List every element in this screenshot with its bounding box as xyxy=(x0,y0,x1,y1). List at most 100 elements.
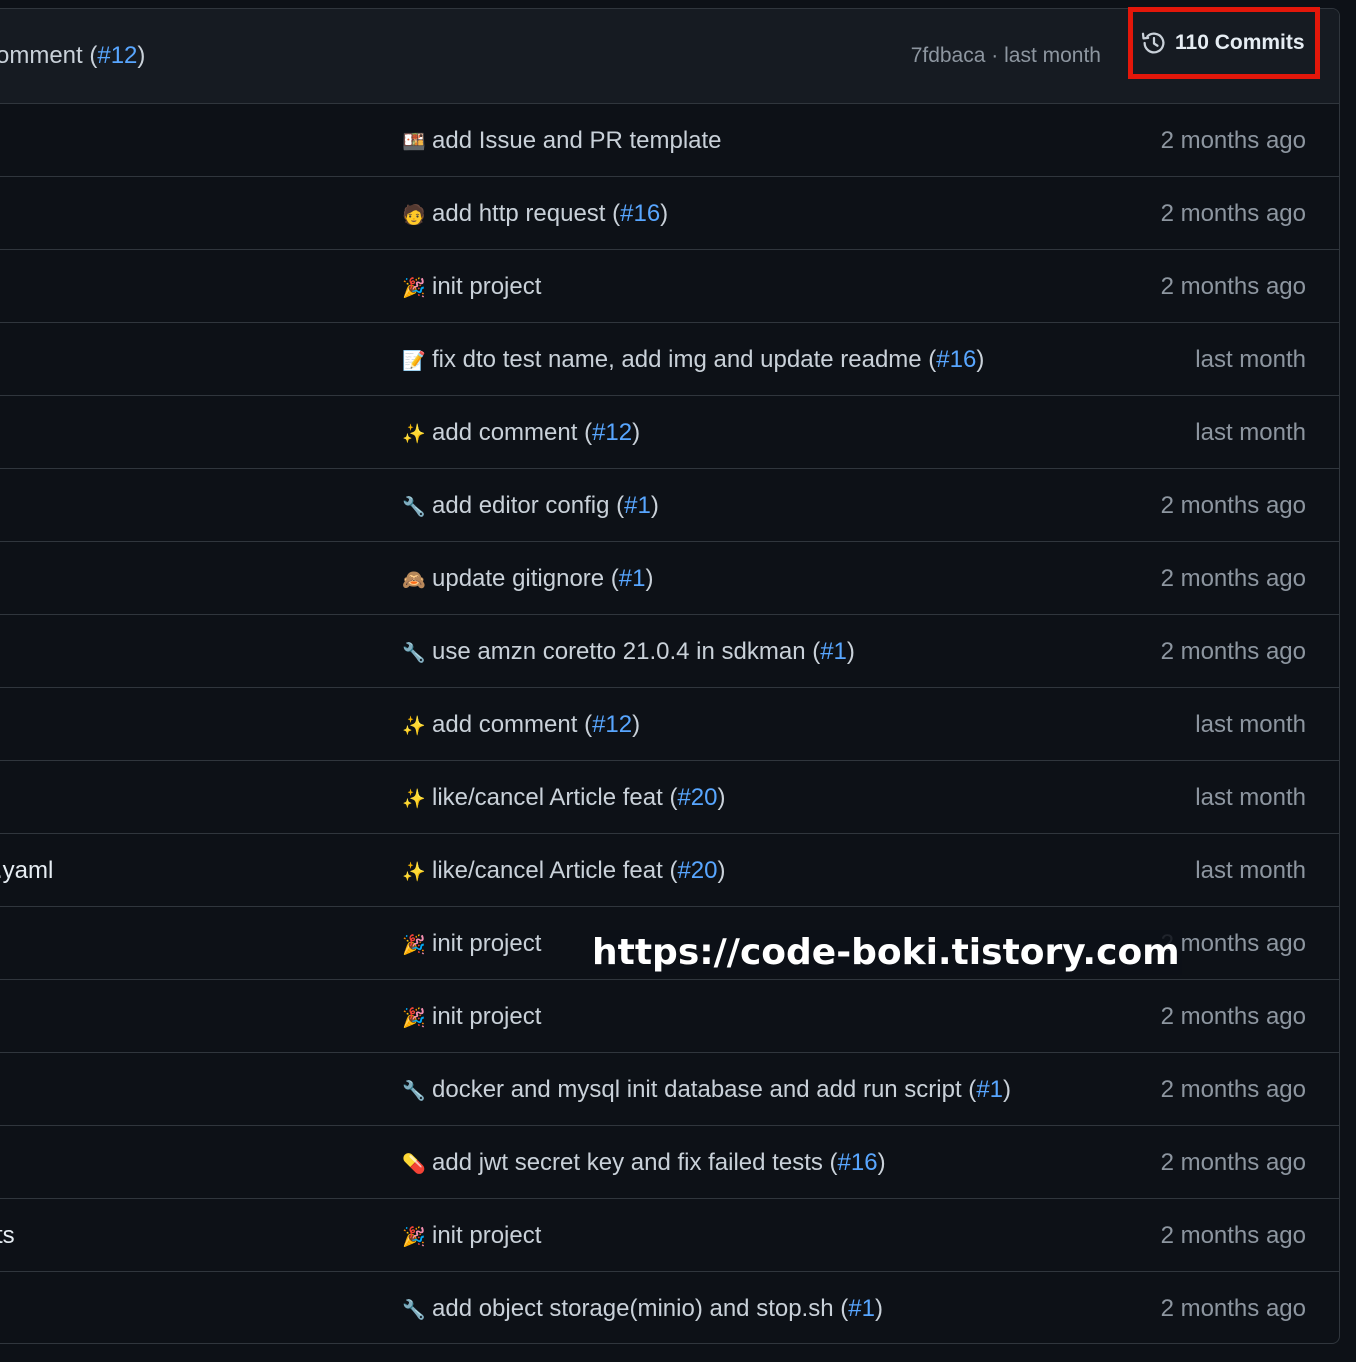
pr-link[interactable]: #20 xyxy=(677,857,717,884)
pr-link[interactable]: #20 xyxy=(677,784,717,811)
commit-emoji-icon: 💊 xyxy=(402,1154,426,1175)
commit-time: last month xyxy=(1195,419,1306,446)
latest-commit-close-paren: ) xyxy=(137,42,146,69)
file-row[interactable]: .yaml ✨ like/cancel Article feat (#20) last… xyxy=(0,834,1339,907)
file-row[interactable]: 🙈 update gitignore (#1) 2 months ago xyxy=(0,542,1339,615)
file-row[interactable]: ts 🎉 init project 2 months ago xyxy=(0,1199,1339,1272)
commit-message-text[interactable]: docker and mysql init database and add r… xyxy=(432,1076,976,1103)
commit-message[interactable]: 🍱 add Issue and PR template xyxy=(402,127,722,155)
commit-message-text[interactable]: init project xyxy=(432,1222,541,1249)
commit-message[interactable]: 🙈 update gitignore (#1) xyxy=(402,565,654,593)
commit-time: last month xyxy=(1195,346,1306,373)
pr-link[interactable]: #1 xyxy=(976,1076,1003,1103)
commit-time: 2 months ago xyxy=(1160,200,1306,227)
commit-emoji-icon: ✨ xyxy=(402,424,426,445)
pr-link[interactable]: #12 xyxy=(592,711,632,738)
file-row[interactable]: 🔧 add editor config (#1) 2 months ago xyxy=(0,469,1339,542)
commit-message[interactable]: 🔧 docker and mysql init database and add … xyxy=(402,1076,1011,1104)
file-row[interactable]: 🎉 init project 2 months ago xyxy=(0,980,1339,1053)
commit-time: 2 months ago xyxy=(1160,1076,1306,1103)
latest-commit-text[interactable]: omment ( xyxy=(0,42,97,69)
commit-message[interactable]: 💊 add jwt secret key and fix failed tests… xyxy=(402,1149,886,1177)
commit-message[interactable]: 🧑 add http request (#16) xyxy=(402,200,668,228)
file-row[interactable]: 🍱 add Issue and PR template 2 months ago xyxy=(0,104,1339,177)
pr-link[interactable]: #1 xyxy=(848,1295,875,1322)
commit-message-text[interactable]: add comment ( xyxy=(432,711,592,738)
commit-message-text[interactable]: init project xyxy=(432,273,541,300)
pr-link[interactable]: #12 xyxy=(592,419,632,446)
commit-time: 2 months ago xyxy=(1160,565,1306,592)
file-row[interactable]: 💊 add jwt secret key and fix failed tests… xyxy=(0,1126,1339,1199)
pr-link[interactable]: #1 xyxy=(820,638,847,665)
commit-message-text[interactable]: add http request ( xyxy=(432,200,620,227)
commit-message[interactable]: 🔧 use amzn coretto 21.0.4 in sdkman (#1) xyxy=(402,638,855,666)
file-row[interactable]: 🧑 add http request (#16) 2 months ago xyxy=(0,177,1339,250)
commit-time: last month xyxy=(1004,44,1101,67)
file-row[interactable]: 🔧 docker and mysql init database and add … xyxy=(0,1053,1339,1126)
commit-time: 2 months ago xyxy=(1160,273,1306,300)
commit-message-text[interactable]: add object storage(minio) and stop.sh ( xyxy=(432,1295,848,1322)
commit-message-text[interactable]: add comment ( xyxy=(432,419,592,446)
latest-commit-pr-link[interactable]: #12 xyxy=(97,42,137,69)
file-row[interactable]: ✨ add comment (#12) last month xyxy=(0,396,1339,469)
pr-link[interactable]: #1 xyxy=(624,492,651,519)
commit-message[interactable]: 📝 fix dto test name, add img and update r… xyxy=(402,346,984,374)
pr-link[interactable]: #16 xyxy=(838,1149,878,1176)
close-paren: ) xyxy=(846,638,855,665)
pr-link[interactable]: #1 xyxy=(619,565,646,592)
commit-message[interactable]: 🔧 add editor config (#1) xyxy=(402,492,659,520)
commit-message-text[interactable]: update gitignore ( xyxy=(432,565,619,592)
close-paren: ) xyxy=(645,565,654,592)
commit-message[interactable]: 🎉 init project xyxy=(402,273,541,301)
file-row[interactable]: ✨ like/cancel Article feat (#20) last mont… xyxy=(0,761,1339,834)
file-row[interactable]: ✨ add comment (#12) last month xyxy=(0,688,1339,761)
commit-message[interactable]: 🎉 init project xyxy=(402,1003,541,1031)
commit-message[interactable]: 🎉 init project xyxy=(402,930,541,958)
commit-emoji-icon: ✨ xyxy=(402,862,426,883)
file-row[interactable]: 🔧 use amzn coretto 21.0.4 in sdkman (#1) 2… xyxy=(0,615,1339,688)
commit-message-text[interactable]: like/cancel Article feat ( xyxy=(432,784,677,811)
file-row[interactable]: 📝 fix dto test name, add img and update r… xyxy=(0,323,1339,396)
close-paren: ) xyxy=(717,857,726,884)
pr-link[interactable]: #16 xyxy=(620,200,660,227)
close-paren: ) xyxy=(717,784,726,811)
commits-history-button[interactable]: 110 Commits xyxy=(1128,7,1320,79)
file-row[interactable]: 🔧 add object storage(minio) and stop.sh (… xyxy=(0,1272,1339,1343)
commit-time: 2 months ago xyxy=(1160,1222,1306,1249)
commit-message-text[interactable]: init project xyxy=(432,1003,541,1030)
commit-message-text[interactable]: add jwt secret key and fix failed tests … xyxy=(432,1149,838,1176)
commit-emoji-icon: 🙈 xyxy=(402,570,426,591)
commit-emoji-icon: 🔧 xyxy=(402,1300,426,1321)
commit-emoji-icon: 🔧 xyxy=(402,1081,426,1102)
close-paren: ) xyxy=(874,1295,883,1322)
commit-emoji-icon: 🍱 xyxy=(402,132,426,153)
commit-time: 2 months ago xyxy=(1160,1295,1306,1322)
commit-emoji-icon: 🎉 xyxy=(402,1227,426,1248)
commit-message-text[interactable]: use amzn coretto 21.0.4 in sdkman ( xyxy=(432,638,820,665)
close-paren: ) xyxy=(660,200,669,227)
commit-message[interactable]: ✨ add comment (#12) xyxy=(402,419,640,447)
file-row[interactable]: 🎉 init project 2 months ago xyxy=(0,250,1339,323)
commit-time: 2 months ago xyxy=(1160,492,1306,519)
file-list-panel: omment (#12) 7fdbaca · last month 🍱 add I… xyxy=(0,8,1340,1344)
commit-message[interactable]: ✨ like/cancel Article feat (#20) xyxy=(402,784,725,812)
pr-link[interactable]: #16 xyxy=(936,346,976,373)
latest-commit-message[interactable]: omment (#12) xyxy=(0,42,145,70)
commit-hash[interactable]: 7fdbaca xyxy=(911,44,986,67)
history-icon xyxy=(1141,32,1165,54)
commit-message[interactable]: 🔧 add object storage(minio) and stop.sh (… xyxy=(402,1295,883,1323)
commit-message-text[interactable]: like/cancel Article feat ( xyxy=(432,857,677,884)
commit-message[interactable]: ✨ add comment (#12) xyxy=(402,711,640,739)
commit-time: last month xyxy=(1195,857,1306,884)
file-name[interactable]: ts xyxy=(0,1222,15,1250)
commit-message-text[interactable]: fix dto test name, add img and update re… xyxy=(432,346,936,373)
commit-message-text[interactable]: add editor config ( xyxy=(432,492,624,519)
commits-count-label: 110 Commits xyxy=(1175,31,1305,54)
commit-message[interactable]: 🎉 init project xyxy=(402,1222,541,1250)
file-name[interactable]: .yaml xyxy=(0,857,53,885)
commit-message[interactable]: ✨ like/cancel Article feat (#20) xyxy=(402,857,725,885)
commit-message-text[interactable]: init project xyxy=(432,930,541,957)
commit-message-text[interactable]: add Issue and PR template xyxy=(432,127,722,154)
commit-emoji-icon: 🔧 xyxy=(402,643,426,664)
commit-emoji-icon: 🧑 xyxy=(402,205,426,226)
